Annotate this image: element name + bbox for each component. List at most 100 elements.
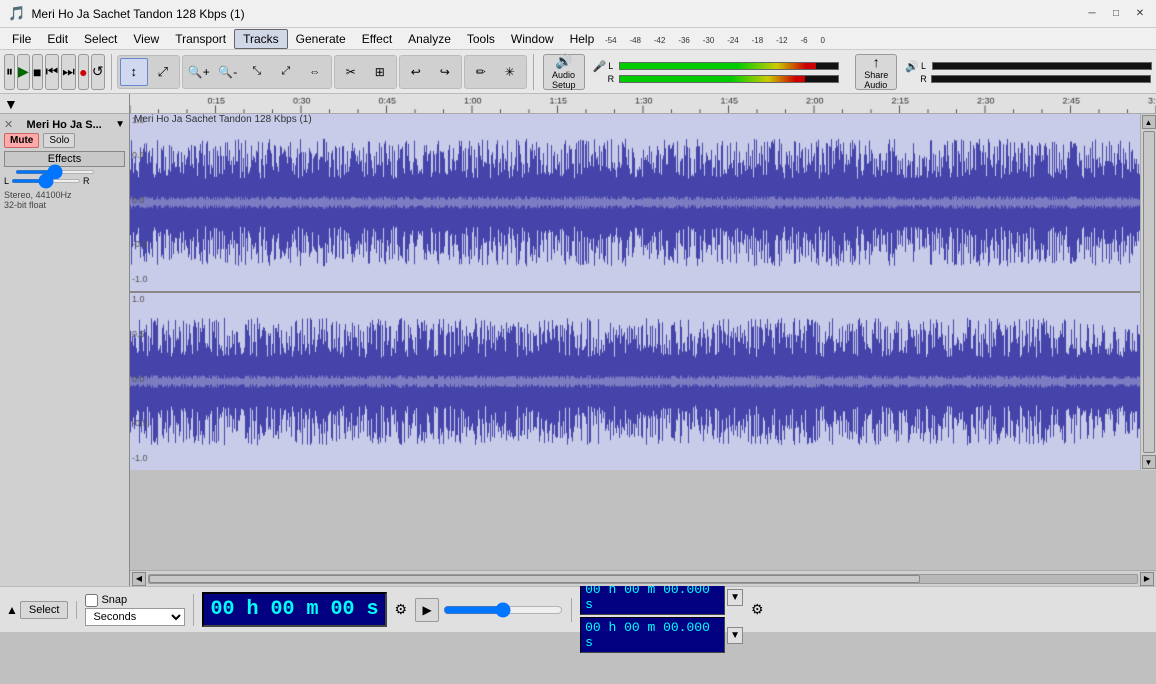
waveform-area[interactable]: Meri Ho Ja Sachet Tandon 128 Kbps (1) ▲ … bbox=[130, 114, 1156, 470]
scroll-up-button[interactable]: ▲ bbox=[1142, 115, 1156, 129]
multi-tool-button[interactable]: ✳ bbox=[496, 58, 524, 86]
r-label: R bbox=[83, 176, 90, 186]
vu-scale-label: -54 bbox=[605, 36, 617, 45]
zoom-toggle-button[interactable]: ⇔ bbox=[301, 58, 329, 86]
time-settings-button[interactable]: ⚙ bbox=[395, 601, 408, 618]
vertical-scrollbar[interactable]: ▲ ▼ bbox=[1140, 114, 1156, 470]
audio-setup-button[interactable]: 🔊 Audio Setup bbox=[543, 54, 585, 90]
scroll-down-button[interactable]: ▼ bbox=[1142, 455, 1156, 469]
snap-area: Snap Seconds Beats Samples bbox=[85, 594, 194, 626]
snap-checkbox[interactable] bbox=[85, 594, 98, 607]
share-audio-button[interactable]: ↑ Share Audio bbox=[855, 54, 897, 90]
sel-settings-button[interactable]: ⚙ bbox=[751, 601, 764, 618]
title-bar: 🎵 Meri Ho Ja Sachet Tandon 128 Kbps (1) … bbox=[0, 0, 1156, 28]
menu-generate[interactable]: Generate bbox=[288, 30, 354, 48]
menu-effect[interactable]: Effect bbox=[354, 30, 400, 48]
trim-button[interactable]: ✂ bbox=[337, 58, 365, 86]
stop-icon: ■ bbox=[33, 64, 41, 80]
zoom-fit-button[interactable]: ⤡ bbox=[243, 58, 271, 86]
skip-start-icon: ⏮ bbox=[46, 63, 59, 80]
zoom-in-button[interactable]: 🔍+ bbox=[185, 58, 213, 86]
tool-group-1: ↕ ⤢ bbox=[117, 55, 180, 89]
sel-dropdown-2[interactable]: ▼ bbox=[727, 627, 743, 644]
menu-tools[interactable]: Tools bbox=[459, 30, 503, 48]
audio-section: 🔊 Audio Setup 🎤 L R bbox=[543, 54, 1152, 90]
track-name-label: Meri Ho Ja S... bbox=[27, 119, 102, 131]
pause-button[interactable]: ⏸ bbox=[4, 54, 15, 90]
vu-r-fill bbox=[620, 76, 805, 82]
skip-end-icon: ⏭ bbox=[62, 63, 75, 80]
silence-button[interactable]: ⊞ bbox=[366, 58, 394, 86]
bottom-gray-area bbox=[130, 470, 1156, 570]
bottom-toolbar: ▲ Select Snap Seconds Beats Samples 00 h… bbox=[0, 586, 1156, 632]
select-button[interactable]: Select bbox=[20, 601, 69, 619]
minimize-button[interactable]: ─ bbox=[1084, 6, 1100, 22]
waveform-top-canvas bbox=[130, 114, 1140, 291]
track-collapse-icon[interactable]: ▼ bbox=[115, 119, 125, 130]
sel-time-row-2: 00 h 00 m 00.000 s ▼ bbox=[580, 617, 743, 653]
down-arrow-icon[interactable]: ▼ bbox=[4, 96, 18, 112]
menu-file[interactable]: File bbox=[4, 30, 39, 48]
window-title: Meri Ho Ja Sachet Tandon 128 Kbps (1) bbox=[31, 7, 244, 21]
h-scroll-thumb[interactable] bbox=[149, 575, 920, 583]
menu-view[interactable]: View bbox=[125, 30, 167, 48]
menu-select[interactable]: Select bbox=[76, 30, 125, 48]
app-icon: 🎵 bbox=[8, 5, 25, 22]
skip-start-button[interactable]: ⏮ bbox=[45, 54, 60, 90]
play-button[interactable]: ▶ bbox=[17, 54, 30, 90]
skip-end-button[interactable]: ⏭ bbox=[61, 54, 76, 90]
right-panel: Meri Ho Ja Sachet Tandon 128 Kbps (1) ▲ … bbox=[130, 94, 1156, 586]
pan-slider[interactable] bbox=[11, 179, 81, 183]
menu-edit[interactable]: Edit bbox=[39, 30, 76, 48]
h-scrollbar: ◀ ▶ bbox=[130, 570, 1156, 586]
track-close-icon[interactable]: ✕ bbox=[4, 118, 13, 131]
draw-tool-button[interactable]: ✏ bbox=[467, 58, 495, 86]
expand-icon[interactable]: ▲ bbox=[6, 603, 18, 617]
zoom-sel-button[interactable]: ⤢ bbox=[272, 58, 300, 86]
sel-dropdown-1[interactable]: ▼ bbox=[727, 589, 743, 606]
time-display: 00 h 00 m 00 s bbox=[202, 592, 386, 627]
track-control-panel: ✕ Meri Ho Ja S... ▼ Mute Solo Effects bbox=[0, 114, 129, 586]
waveform-top-channel: Meri Ho Ja Sachet Tandon 128 Kbps (1) bbox=[130, 114, 1140, 292]
undo-button[interactable]: ↩ bbox=[402, 58, 430, 86]
menu-help[interactable]: Help bbox=[562, 30, 603, 48]
vu-r-label: R bbox=[608, 74, 618, 84]
snap-row: Snap bbox=[85, 594, 185, 607]
solo-button[interactable]: Solo bbox=[43, 133, 75, 148]
scroll-left-button[interactable]: ◀ bbox=[132, 572, 146, 586]
selection-tool-button[interactable]: ↕ bbox=[120, 58, 148, 86]
ruler-canvas bbox=[130, 94, 1156, 113]
close-button[interactable]: ✕ bbox=[1132, 6, 1148, 22]
scroll-right-button[interactable]: ▶ bbox=[1140, 572, 1154, 586]
menu-analyze[interactable]: Analyze bbox=[400, 30, 459, 48]
envelope-tool-button[interactable]: ⤢ bbox=[149, 58, 177, 86]
title-bar-left: 🎵 Meri Ho Ja Sachet Tandon 128 Kbps (1) bbox=[8, 5, 245, 22]
title-bar-controls: ─ □ ✕ bbox=[1084, 6, 1148, 22]
left-panel: ▼ ✕ Meri Ho Ja S... ▼ Mute Solo Effects bbox=[0, 94, 130, 586]
zoom-out-button[interactable]: 🔍- bbox=[214, 58, 242, 86]
speed-slider[interactable] bbox=[443, 602, 563, 618]
scroll-thumb-v[interactable] bbox=[1143, 131, 1155, 453]
menu-transport[interactable]: Transport bbox=[167, 30, 234, 48]
play-at-speed-section: ▶ bbox=[415, 598, 572, 622]
vu-l-bar bbox=[619, 62, 839, 70]
seconds-select[interactable]: Seconds Beats Samples bbox=[85, 608, 185, 626]
loop-button[interactable]: ↺ bbox=[91, 54, 105, 90]
vu-r-bar bbox=[619, 75, 839, 83]
vu-out-l-label: L bbox=[921, 61, 931, 71]
vu-input-icon: 🎤 bbox=[593, 60, 607, 73]
undo-icon: ↩ bbox=[411, 65, 421, 79]
mute-button[interactable]: Mute bbox=[4, 133, 39, 148]
mute-solo-row: Mute Solo bbox=[4, 133, 125, 148]
menu-tracks[interactable]: Tracks bbox=[234, 29, 288, 49]
track-bit-depth: 32-bit float bbox=[4, 200, 125, 210]
record-icon: ● bbox=[79, 64, 87, 80]
stop-button[interactable]: ■ bbox=[32, 54, 43, 90]
maximize-button[interactable]: □ bbox=[1108, 6, 1124, 22]
redo-button[interactable]: ↪ bbox=[431, 58, 459, 86]
zoom-fit-icon: ⤡ bbox=[252, 65, 261, 78]
menu-window[interactable]: Window bbox=[503, 30, 562, 48]
l-label: L bbox=[4, 176, 9, 186]
play-speed-button[interactable]: ▶ bbox=[415, 598, 439, 622]
record-button[interactable]: ● bbox=[78, 54, 89, 90]
